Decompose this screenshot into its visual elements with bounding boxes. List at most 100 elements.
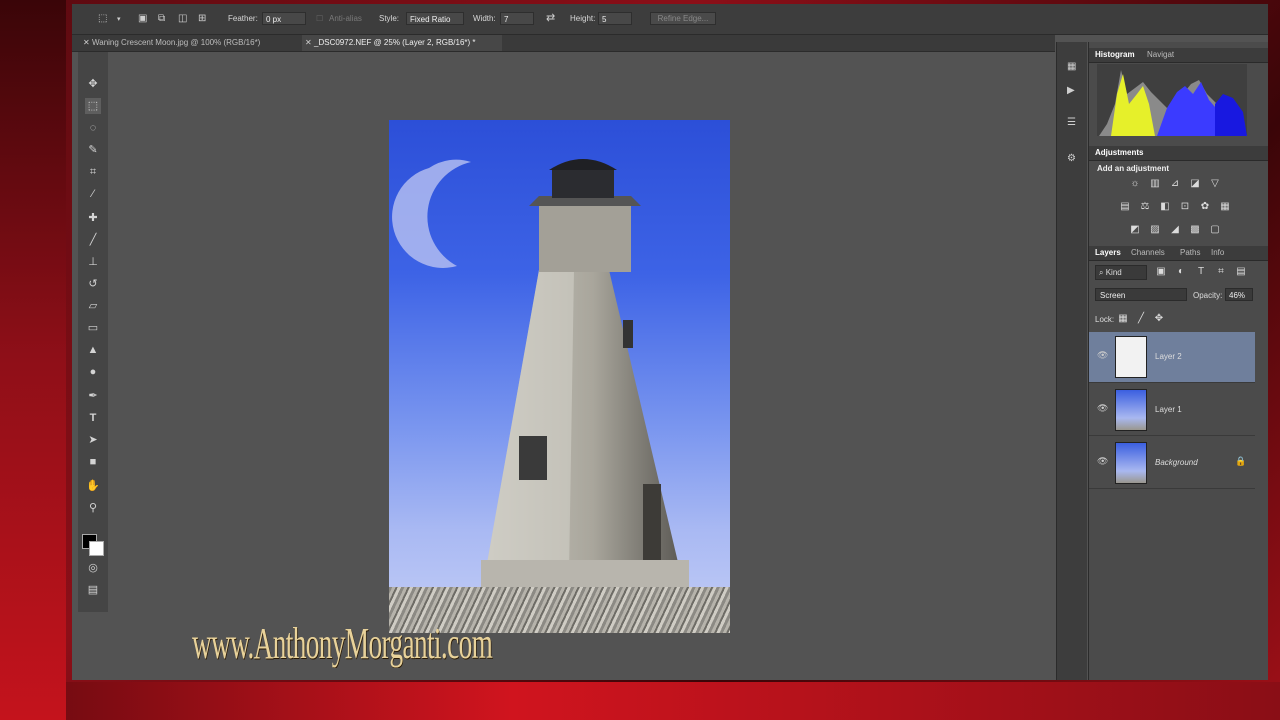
red-frame-stripe-bottom xyxy=(0,682,1280,720)
threshold-icon[interactable]: ◢ xyxy=(1169,224,1181,236)
checkbox-icon[interactable]: ☐ xyxy=(316,14,323,24)
photo-filter-icon[interactable]: ⊡ xyxy=(1179,201,1191,213)
width-label: Width: xyxy=(473,14,496,23)
screen-mode-icon[interactable]: ▤ xyxy=(85,582,101,598)
filter-shape-icon[interactable]: ⌗ xyxy=(1215,266,1227,278)
blur-tool-icon[interactable]: ▲ xyxy=(85,342,101,358)
feather-input[interactable]: 0 px xyxy=(262,12,306,25)
opacity-input[interactable]: 46% xyxy=(1225,288,1253,301)
color-lookup-icon[interactable]: ▦ xyxy=(1219,201,1231,213)
type-tool-icon[interactable]: T xyxy=(85,410,101,426)
visibility-eye-icon[interactable]: 👁 xyxy=(1097,456,1108,467)
tab-waning-crescent-moon[interactable]: ✕ Waning Crescent Moon.jpg @ 100% (RGB/1… xyxy=(80,35,296,51)
kind-filter-select[interactable]: ⌕ Kind xyxy=(1095,265,1147,280)
lock-position-icon[interactable]: ✥ xyxy=(1153,313,1165,325)
hue-saturation-icon[interactable]: ▤ xyxy=(1119,201,1131,213)
adjustments-panel-header: Adjustments xyxy=(1089,146,1268,161)
tab-navigator[interactable]: Navigat xyxy=(1147,48,1174,62)
hand-tool-icon[interactable]: ✋ xyxy=(85,478,101,494)
levels-icon[interactable]: ▥ xyxy=(1149,178,1161,190)
gradient-tool-icon[interactable]: ▭ xyxy=(85,320,101,336)
color-balance-icon[interactable]: ⚖ xyxy=(1139,201,1151,213)
visibility-eye-icon[interactable]: 👁 xyxy=(1097,350,1108,361)
clone-stamp-tool-icon[interactable]: ⊥ xyxy=(85,254,101,270)
add-adjustment-label: Add an adjustment xyxy=(1097,164,1170,173)
tab-channels[interactable]: Channels xyxy=(1131,246,1165,260)
gradient-map-icon[interactable]: ▩ xyxy=(1189,224,1201,236)
play-actions-icon[interactable]: ▶ xyxy=(1067,86,1075,96)
visibility-eye-icon[interactable]: 👁 xyxy=(1097,403,1108,414)
history-icon[interactable]: ▦ xyxy=(1067,62,1076,72)
dodge-tool-icon[interactable]: ● xyxy=(85,364,101,380)
tab-histogram[interactable]: Histogram xyxy=(1095,48,1135,62)
histogram-graph xyxy=(1097,64,1247,136)
layer-row[interactable]: 👁 Layer 1 xyxy=(1089,385,1255,436)
tab-info[interactable]: Info xyxy=(1211,246,1224,260)
crop-tool-icon[interactable]: ⌗ xyxy=(85,164,101,180)
marquee-tool-icon[interactable]: ⬚ xyxy=(98,14,107,24)
background-color-swatch[interactable] xyxy=(89,541,104,556)
channel-mixer-icon[interactable]: ✿ xyxy=(1199,201,1211,213)
antialias-label: Anti-alias xyxy=(329,14,362,23)
blend-mode-select[interactable]: Screen xyxy=(1095,288,1187,301)
document-canvas-image[interactable] xyxy=(389,120,730,633)
layer-thumbnail xyxy=(1115,336,1147,378)
tab-label: Waning Crescent Moon.jpg @ 100% (RGB/16*… xyxy=(92,38,261,47)
add-selection-icon[interactable]: ⧉ xyxy=(158,14,165,24)
quick-selection-tool-icon[interactable]: ✎ xyxy=(85,142,101,158)
layer-thumbnail xyxy=(1115,442,1147,484)
selective-color-icon[interactable]: ▢ xyxy=(1209,224,1221,236)
path-selection-tool-icon[interactable]: ➤ xyxy=(85,432,101,448)
close-icon[interactable]: ✕ xyxy=(305,35,312,51)
refine-edge-button[interactable]: Refine Edge... xyxy=(650,12,716,25)
eraser-tool-icon[interactable]: ▱ xyxy=(85,298,101,314)
move-tool-icon[interactable]: ✥ xyxy=(85,76,101,92)
healing-brush-tool-icon[interactable]: ✚ xyxy=(85,210,101,226)
width-input[interactable]: 7 xyxy=(500,12,534,25)
brightness-icon[interactable]: ☼ xyxy=(1129,178,1141,190)
shape-tool-icon[interactable]: ■ xyxy=(85,454,101,470)
height-input[interactable]: 5 xyxy=(598,12,632,25)
new-selection-icon[interactable]: ▣ xyxy=(138,14,147,24)
filter-adjustment-icon[interactable]: ◐ xyxy=(1175,266,1187,278)
lock-icon: 🔒 xyxy=(1235,456,1247,466)
layer-row[interactable]: 👁 Layer 2 xyxy=(1089,332,1255,383)
pen-tool-icon[interactable]: ✒ xyxy=(85,388,101,404)
exposure-icon[interactable]: ◪ xyxy=(1189,178,1201,190)
filter-pixel-icon[interactable]: ▣ xyxy=(1155,266,1167,278)
filter-smart-object-icon[interactable]: ▤ xyxy=(1235,266,1247,278)
posterize-icon[interactable]: ▨ xyxy=(1149,224,1161,236)
watermark-text: www.AnthonyMorganti.com xyxy=(192,619,493,668)
style-select[interactable]: Fixed Ratio xyxy=(406,12,464,25)
tab-layers[interactable]: Layers xyxy=(1095,246,1121,260)
close-icon[interactable]: ✕ xyxy=(83,35,90,51)
lock-pixels-icon[interactable]: ╱ xyxy=(1135,313,1147,325)
layer-name: Background xyxy=(1155,458,1198,467)
invert-icon[interactable]: ◩ xyxy=(1129,224,1141,236)
filter-type-icon[interactable]: T xyxy=(1195,266,1207,278)
zoom-tool-icon[interactable]: ⚲ xyxy=(85,500,101,516)
tab-paths[interactable]: Paths xyxy=(1180,246,1200,260)
black-white-icon[interactable]: ◧ xyxy=(1159,201,1171,213)
marquee-tool-icon[interactable]: ⬚ xyxy=(85,98,101,114)
swap-icon[interactable]: ⇄ xyxy=(546,13,555,24)
intersect-selection-icon[interactable]: ⊞ xyxy=(198,14,206,24)
history-brush-tool-icon[interactable]: ↺ xyxy=(85,276,101,292)
subtract-selection-icon[interactable]: ◫ xyxy=(178,14,187,24)
tab-dsc0972[interactable]: ✕ _DSC0972.NEF @ 25% (Layer 2, RGB/16*) … xyxy=(302,35,502,51)
lighthouse-photo xyxy=(392,159,689,590)
options-bar: ⬚ ▾ ▣ ⧉ ◫ ⊞ Feather: 0 px ☐ Anti-alias S… xyxy=(72,4,1268,35)
quick-mask-icon[interactable]: ◎ xyxy=(85,560,101,576)
brush-tool-icon[interactable]: ╱ xyxy=(85,232,101,248)
curves-icon[interactable]: ⊿ xyxy=(1169,178,1181,190)
layer-row[interactable]: 👁 Background 🔒 xyxy=(1089,438,1255,489)
chevron-down-icon[interactable]: ▾ xyxy=(117,15,121,25)
lock-transparency-icon[interactable]: ▦ xyxy=(1117,313,1129,325)
eyedropper-tool-icon[interactable]: ⁄ xyxy=(85,186,101,202)
vibrance-icon[interactable]: ▽ xyxy=(1209,178,1221,190)
style-label: Style: xyxy=(379,14,400,23)
lasso-tool-icon[interactable]: ◌ xyxy=(85,120,101,136)
search-icon: ⌕ xyxy=(1099,268,1104,277)
adjust-icon[interactable]: ⚙ xyxy=(1067,154,1076,164)
properties-icon[interactable]: ☰ xyxy=(1067,118,1076,128)
